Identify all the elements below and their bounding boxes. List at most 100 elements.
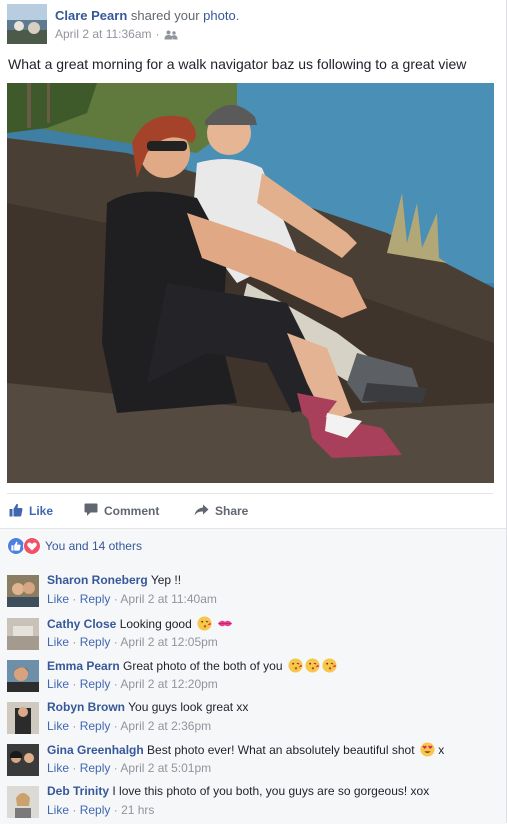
separator: · [113,761,118,775]
comment-button[interactable]: Comment [84,503,159,519]
heart-eyes-emoji-icon [420,742,435,757]
comment-time[interactable]: April 2 at 12:05pm [120,635,217,649]
comment-time[interactable]: April 2 at 12:20pm [120,677,217,691]
kissing-face-emoji-icon [288,658,303,673]
commenter-avatar[interactable] [7,618,39,650]
comment-text: Looking good [119,617,192,631]
love-reaction-icon [23,537,41,555]
commenter-name[interactable]: Gina Greenhalgh [47,743,144,757]
comment-label: Comment [104,504,160,518]
post-header-text: Clare Pearn shared your photo. [55,8,239,23]
comment-item: Emma Pearn Great photo of the both of yo… [7,658,497,694]
comment-time[interactable]: April 2 at 2:36pm [120,719,211,733]
commenter-avatar[interactable] [7,786,39,818]
post-timestamp[interactable]: April 2 at 11:36am [55,27,152,41]
comment-text: You guys look great xx [128,700,249,714]
commenter-name[interactable]: Robyn Brown [47,700,125,714]
comment-like-link[interactable]: Like [47,719,69,733]
share-button[interactable]: Share [194,504,248,519]
comment-text: Yep !! [150,573,182,587]
comment-meta: Like · Reply · April 2 at 12:05pm [47,635,218,649]
separator: · [113,592,118,606]
comment-body: Emma Pearn Great photo of the both of yo… [47,658,337,673]
comment-item: Sharon Roneberg Yep !! Like · Reply · Ap… [7,573,497,609]
comments-section: You and 14 others Sharon Roneberg Yep !!… [0,528,506,824]
comment-like-link[interactable]: Like [47,592,69,606]
separator: · [72,592,77,606]
author-name[interactable]: Clare Pearn [55,8,127,23]
thumbs-up-icon [9,503,23,520]
comment-reply-link[interactable]: Reply [80,761,111,775]
separator: · [113,803,118,817]
separator: · [72,635,77,649]
comment-reply-link[interactable]: Reply [80,677,111,691]
commenter-avatar[interactable] [7,575,39,607]
author-avatar[interactable] [7,4,47,44]
post-meta: April 2 at 11:36am · [55,27,178,41]
kiss-mark-emoji-icon [217,616,233,631]
period: . [235,8,240,23]
share-label: Share [215,504,249,518]
share-arrow-icon [194,504,209,519]
comment-text: Great photo of the both of you [123,659,283,673]
comment-bubble-icon [84,503,98,519]
comment-text: Best photo ever! What an absolutely beau… [147,743,415,757]
commenter-name[interactable]: Emma Pearn [47,659,120,673]
comment-reply-link[interactable]: Reply [80,592,111,606]
comment-meta: Like · Reply · April 2 at 11:40am [47,592,217,606]
comment-time[interactable]: 21 hrs [121,803,154,817]
commenter-avatar[interactable] [7,660,39,692]
separator: · [72,803,77,817]
comment-text: I love this photo of you both, you guys … [112,784,430,798]
comment-body: Cathy Close Looking good [47,616,233,631]
comment-time[interactable]: April 2 at 5:01pm [120,761,211,775]
comment-meta: Like · Reply · April 2 at 2:36pm [47,719,211,733]
post-card: Clare Pearn shared your photo. April 2 a… [0,0,507,824]
comment-reply-link[interactable]: Reply [80,635,111,649]
kissing-face-emoji-icon [197,616,212,631]
comment-meta: Like · Reply · April 2 at 12:20pm [47,677,218,691]
reactions-text: You and 14 others [45,539,142,553]
post-photo[interactable] [7,83,494,483]
friends-icon[interactable] [164,29,178,40]
kissing-face-emoji-icon [305,658,320,673]
separator: · [113,719,118,733]
comment-like-link[interactable]: Like [47,635,69,649]
comment-reply-link[interactable]: Reply [80,803,111,817]
like-label: Like [29,504,54,518]
commenter-avatar[interactable] [7,744,39,776]
like-button[interactable]: Like [9,503,53,520]
separator: · [72,677,77,691]
comment-meta: Like · Reply · April 2 at 5:01pm [47,761,211,775]
comment-body: Robyn Brown You guys look great xx [47,700,248,714]
post-actions-bar: Like Comment Share [7,493,493,528]
comment-item: Robyn Brown You guys look great xx Like … [7,700,497,736]
separator: · [72,761,77,775]
reactions-summary[interactable]: You and 14 others [7,537,142,555]
comment-body: Sharon Roneberg Yep !! [47,573,181,587]
commenter-name[interactable]: Sharon Roneberg [47,573,148,587]
kissing-face-emoji-icon [322,658,337,673]
separator: · [113,677,118,691]
commenter-name[interactable]: Cathy Close [47,617,116,631]
comment-item: Gina Greenhalgh Best photo ever! What an… [7,742,497,778]
post-header: Clare Pearn shared your photo. April 2 a… [7,4,497,44]
commenter-name[interactable]: Deb Trinity [47,784,109,798]
comment-meta: Like · Reply · 21 hrs [47,803,154,817]
separator: · [113,635,118,649]
post-body: What a great morning for a walk navigato… [8,56,467,72]
commenter-avatar[interactable] [7,702,39,734]
comment-like-link[interactable]: Like [47,677,69,691]
comment-item: Deb Trinity I love this photo of you bot… [7,784,497,820]
meta-separator: · [155,27,160,41]
comment-body: Gina Greenhalgh Best photo ever! What an… [47,742,444,757]
shared-text: shared your [130,8,200,23]
comment-suffix: x [438,743,445,757]
comment-reply-link[interactable]: Reply [80,719,111,733]
photo-link[interactable]: photo [203,8,236,23]
comment-body: Deb Trinity I love this photo of you bot… [47,784,429,798]
comment-time[interactable]: April 2 at 11:40am [120,592,217,606]
comment-like-link[interactable]: Like [47,803,69,817]
comment-like-link[interactable]: Like [47,761,69,775]
comment-item: Cathy Close Looking good Like · Reply · … [7,616,497,652]
